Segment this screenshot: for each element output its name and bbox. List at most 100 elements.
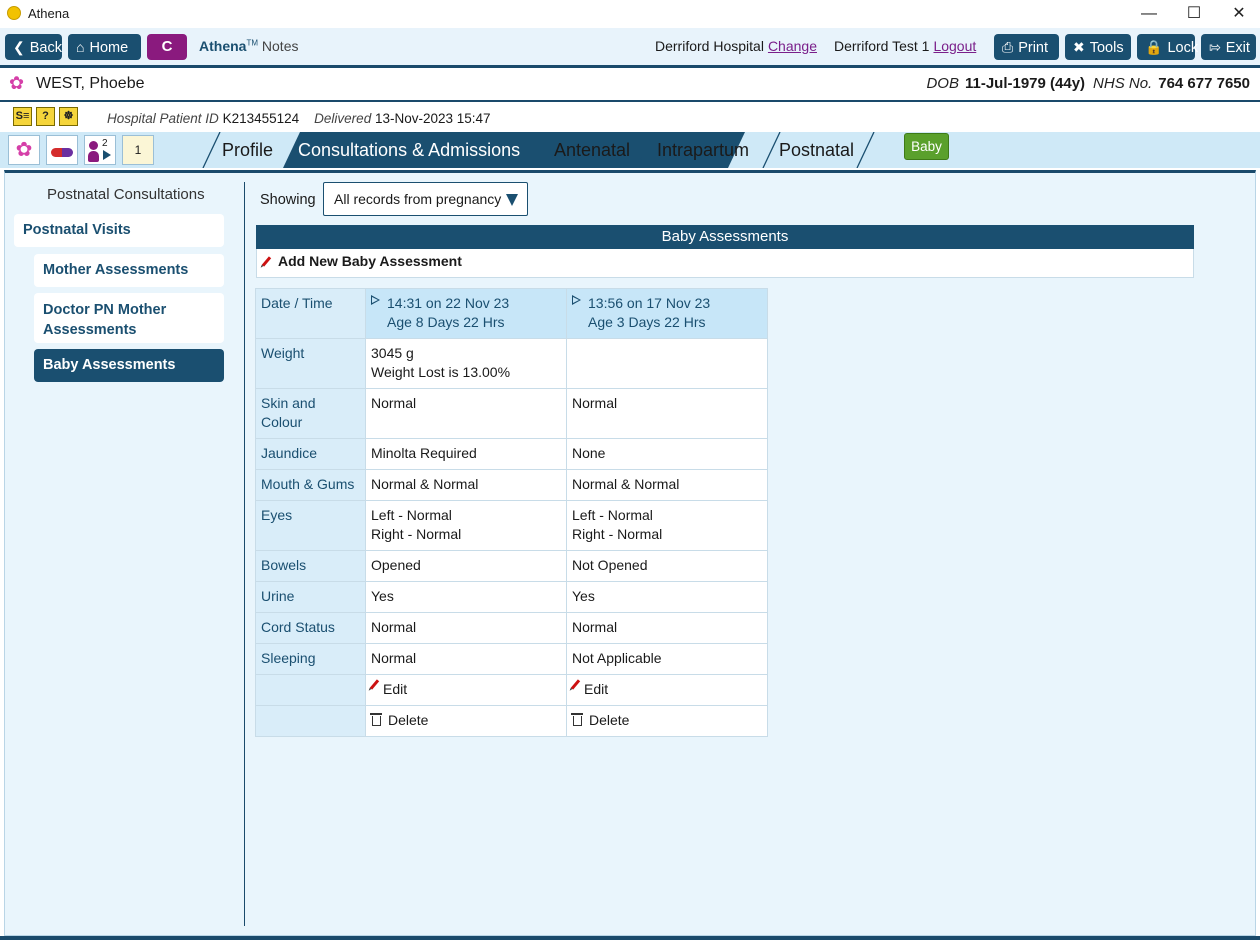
table-cell: Not Opened [566,550,768,582]
tab-antenatal[interactable]: Antenatal [554,132,630,168]
cell-line: Left - Normal [371,507,452,523]
table-cell: Yes [365,581,567,613]
records-filter-value: All records from pregnancy [334,191,502,207]
expand-icon[interactable] [371,295,380,305]
tab-postnatal[interactable]: Postnatal [779,132,854,168]
table-cell: 3045 g Weight Lost is 13.00% [365,338,567,389]
close-window-button[interactable]: ✕ [1216,0,1260,28]
row-label: Weight [255,338,366,389]
tools-label: Tools [1089,40,1124,56]
delete-label: Delete [388,712,429,728]
home-icon: ⌂ [76,39,85,55]
table-row: Bowels Opened Not Opened [255,550,768,582]
app-name-text: Athena [199,38,247,54]
trash-icon [370,713,382,726]
trademark: TM [246,38,259,48]
nav-divider [244,182,245,926]
row-label: Bowels [255,550,366,582]
minimize-button[interactable]: — [1126,0,1172,28]
help-icon[interactable]: ? [36,107,55,126]
tab-intrapartum[interactable]: Intrapartum [657,132,749,168]
nav-item-baby-assessments[interactable]: Baby Assessments [34,349,224,382]
table-row: Eyes Left - Normal Right - Normal Left - … [255,500,768,551]
nav-title: Postnatal Consultations [47,186,205,203]
nhs-value: 764 677 7650 [1158,75,1250,92]
medication-icon[interactable] [46,135,78,165]
babies-icon[interactable]: 2 [84,135,116,165]
tab-profile[interactable]: Profile [222,132,273,168]
exit-button[interactable]: ⇰ Exit [1201,34,1256,60]
tools-icon: ✖ [1073,39,1085,55]
back-button[interactable]: ❮ Back [5,34,62,60]
assessment-column-header[interactable]: 13:56 on 17 Nov 23 Age 3 Days 22 Hrs [566,288,768,339]
table-cell: Minolta Required [365,438,567,470]
change-hospital-link[interactable]: Change [768,38,817,54]
assessment-age: Age 3 Days 22 Hrs [588,314,706,330]
assessment-column-header[interactable]: 14:31 on 22 Nov 23 Age 8 Days 22 Hrs [365,288,567,339]
flower-icon[interactable]: ✿ [8,135,40,165]
nav-item-mother-assessments[interactable]: Mother Assessments [34,254,224,287]
alert-icon[interactable]: ☸ [59,107,78,126]
delete-button[interactable]: Delete [566,705,768,737]
pencil-icon [369,679,380,690]
add-baby-assessment-button[interactable]: Add New Baby Assessment [256,249,1194,278]
exit-icon: ⇰ [1209,39,1221,55]
edit-button[interactable]: Edit [365,674,567,706]
section-title: Baby Assessments [256,225,1194,249]
pencil-icon [570,679,581,690]
row-label: Eyes [255,500,366,551]
baby-button[interactable]: Baby [904,133,949,160]
home-button[interactable]: ⌂ Home [68,34,141,60]
edit-button[interactable]: Edit [566,674,768,706]
delete-row: Delete Delete [255,705,768,737]
logout-link[interactable]: Logout [933,38,976,54]
lock-button[interactable]: 🔒 Lock [1137,34,1198,60]
table-row: Skin and Colour Normal Normal [255,388,768,439]
cell-line: Weight Lost is 13.00% [371,364,511,380]
tab-bar: ✿ 2 1 Profile Consultations & Admissions… [0,132,1260,168]
nav-item-postnatal-visits[interactable]: Postnatal Visits [14,214,224,247]
tab-consultations-admissions[interactable]: Consultations & Admissions [298,132,520,168]
nav-item-doctor-pn-mother-assessments[interactable]: Doctor PN Mother Assessments [34,293,224,343]
hospital-id-label: Hospital Patient ID [107,111,219,126]
status-s-icon[interactable]: S≡ [13,107,32,126]
patient-demographics: DOB 11-Jul-1979 (44y) NHS No. 764 677 7650 [926,75,1250,92]
hospital-id-info: Hospital Patient ID K213455124 Delivered… [107,111,491,126]
app-logo-icon [7,6,21,20]
printer-icon: ⎙ [1002,39,1014,55]
table-cell: Normal [365,388,567,439]
table-cell: Normal [365,612,567,644]
main-toolbar: ❮ Back ⌂ Home C AthenaTM Notes Derriford H… [0,28,1260,68]
hospital-name: Derriford Hospital [655,38,764,54]
notes-icon[interactable]: 1 [122,135,154,165]
edit-row: Edit Edit [255,674,768,706]
assessment-datetime: 13:56 on 17 Nov 23 [588,295,711,311]
home-label: Home [89,40,129,56]
row-label: Jaundice [255,438,366,470]
cell-line: Right - Normal [371,526,462,542]
table-cell: Normal [566,388,768,439]
nhs-label: NHS No. [1093,75,1153,92]
hospital-info: Derriford Hospital Change [655,38,817,54]
table-cell: Normal [365,643,567,675]
user-name: Derriford Test 1 [834,38,930,54]
chevron-left-icon: ❮ [13,39,25,55]
exit-label: Exit [1225,40,1250,56]
assessment-age: Age 8 Days 22 Hrs [387,314,505,330]
maximize-button[interactable]: ☐ [1171,0,1217,28]
print-button[interactable]: ⎙ Print [994,34,1059,60]
expand-icon[interactable] [572,295,581,305]
delete-button[interactable]: Delete [365,705,567,737]
dob-value: 11-Jul-1979 (44y) [964,75,1086,92]
assessment-datetime: 14:31 on 22 Nov 23 [387,295,510,311]
records-filter-select[interactable]: All records from pregnancy [323,182,528,216]
table-row: Jaundice Minolta Required None [255,438,768,470]
c-button[interactable]: C [147,34,187,60]
cell-line: 3045 g [371,345,414,361]
table-row: Weight 3045 g Weight Lost is 13.00% [255,338,768,389]
row-label: Urine [255,581,366,613]
table-cell: Not Applicable [566,643,768,675]
patient-info-row: S≡ ? ☸ Hospital Patient ID K213455124 De… [0,104,1260,132]
edit-label: Edit [383,681,408,697]
tools-button[interactable]: ✖ Tools [1065,34,1131,60]
